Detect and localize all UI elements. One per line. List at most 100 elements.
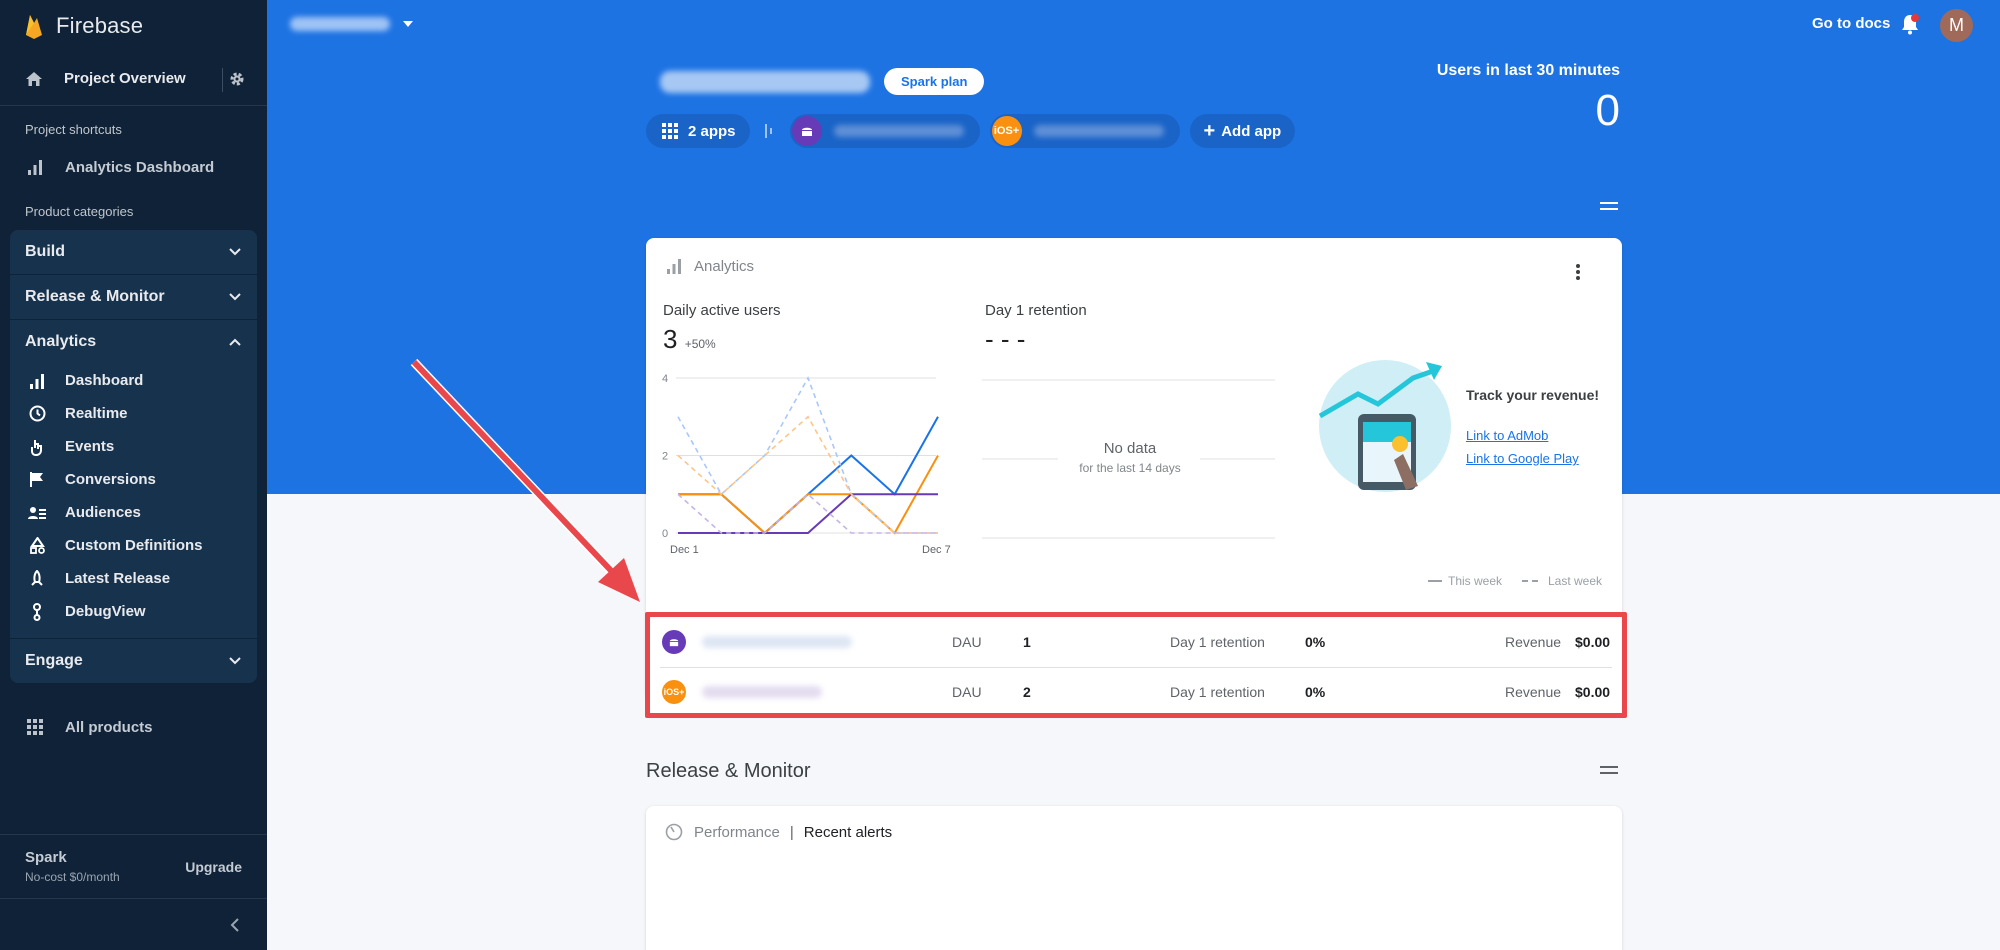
sidebar-item-realtime[interactable]: Realtime (10, 397, 257, 430)
all-products-link[interactable]: All products (0, 707, 267, 747)
project-title-row: Spark plan (660, 68, 985, 95)
firebase-logo[interactable]: Firebase (0, 0, 267, 52)
audience-icon (27, 503, 47, 523)
annotation-arrow (410, 358, 640, 602)
category-release-label: Release & Monitor (25, 288, 165, 305)
more-vert-icon[interactable] (1568, 262, 1588, 282)
project-overview-link[interactable]: Project Overview (0, 52, 267, 106)
retention-label: Day 1 retention (1170, 683, 1265, 700)
redacted-app-name (702, 685, 822, 698)
home-icon (24, 69, 44, 89)
revenue-value: $0.00 (1575, 634, 1611, 650)
dau-label: Daily active users (663, 302, 781, 319)
go-to-docs-link[interactable]: Go to docs (1812, 15, 1890, 32)
revenue-value: $0.00 (1575, 683, 1611, 700)
sidebar-item-label: Realtime (65, 405, 128, 422)
table-row[interactable]: iOS+ DAU 2 Day 1 retention 0% Revenue $0… (660, 667, 1612, 715)
grid-icon (660, 121, 680, 141)
table-row[interactable]: DAU 1 Day 1 retention 0% Revenue $0.00 (660, 618, 1612, 666)
bar-chart-icon (25, 157, 45, 177)
all-products-label: All products (65, 718, 153, 736)
brand-name: Firebase (56, 13, 144, 38)
sidebar-item-debugview[interactable]: DebugView (10, 595, 257, 628)
ios-app-chip[interactable]: iOS+ (989, 114, 1180, 148)
category-build[interactable]: Build (10, 230, 257, 274)
categories-label: Product categories (25, 204, 134, 219)
link-google-play[interactable]: Link to Google Play (1466, 451, 1579, 466)
upgrade-button[interactable]: Upgrade (185, 859, 242, 875)
legend-last-week: Last week (1522, 574, 1602, 588)
dau-value: 1 (1023, 634, 1031, 650)
plan-name: Spark (25, 849, 67, 866)
sidebar-item-label: DebugView (65, 603, 146, 620)
category-release-monitor[interactable]: Release & Monitor (10, 275, 257, 319)
dau-label: DAU (952, 634, 982, 650)
gear-icon[interactable] (227, 69, 247, 89)
no-data-subtitle: for the last 14 days (1079, 461, 1181, 475)
legend-dashed-icon (1522, 580, 1542, 582)
retention-value: 0% (1305, 634, 1326, 650)
bell-icon[interactable] (1899, 13, 1921, 35)
retention-label: Day 1 retention (1170, 634, 1265, 650)
category-analytics-label: Analytics (25, 333, 97, 350)
collapse-sidebar[interactable] (0, 898, 267, 950)
shortcut-analytics-dashboard[interactable]: Analytics Dashboard (0, 146, 267, 188)
sidebar-item-dashboard[interactable]: Dashboard (10, 364, 257, 397)
sidebar-item-events[interactable]: Events (10, 430, 257, 463)
app-metrics-table: DAU 1 Day 1 retention 0% Revenue $0.00 i… (645, 612, 1627, 718)
sidebar-item-latest-release[interactable]: Latest Release (10, 562, 257, 595)
legend-this-week: This week (1428, 574, 1502, 588)
revenue-label: Revenue (1505, 683, 1562, 700)
redacted-app-name (833, 125, 964, 137)
apps-count-chip[interactable]: 2 apps (646, 114, 750, 148)
users-label: Users in last 30 minutes (1436, 62, 1620, 79)
add-app-label: Add app (1221, 122, 1282, 140)
recent-alerts-tab[interactable]: Recent alerts (804, 824, 892, 841)
dau-value: 2 (1023, 683, 1031, 700)
sidebar-item-audiences[interactable]: Audiences (10, 496, 257, 529)
rocket-icon (27, 569, 47, 589)
card-title: Analytics (694, 257, 755, 275)
sidebar-item-label: Custom Definitions (65, 537, 203, 554)
no-data-title: No data (1103, 440, 1157, 457)
shortcut-label: Analytics Dashboard (65, 158, 215, 176)
plan-section: Spark No-cost $0/month Upgrade (0, 834, 267, 898)
plus-icon: + (1203, 119, 1216, 142)
users-last-30-min: Users in last 30 minutes 0 (1437, 62, 1620, 136)
performance-label[interactable]: Performance (694, 824, 780, 841)
add-app-button[interactable]: + Add app (1189, 114, 1296, 148)
flag-icon (27, 470, 47, 490)
android-app-chip[interactable] (789, 114, 980, 148)
sidebar: Firebase Project Overview Project shortc… (0, 0, 267, 950)
dau-value-row: 3 +50% (663, 324, 716, 355)
y-tick-label: 2 (662, 451, 668, 463)
project-selector[interactable] (290, 14, 418, 34)
performance-card: Performance | Recent alerts (646, 806, 1622, 950)
link-admob[interactable]: Link to AdMob (1466, 428, 1548, 443)
category-analytics[interactable]: Analytics (10, 320, 257, 364)
reorder-icon[interactable] (1600, 202, 1618, 214)
redacted-app-name (1033, 125, 1164, 137)
sidebar-item-custom-definitions[interactable]: Custom Definitions (10, 529, 257, 562)
reorder-icon[interactable] (1600, 766, 1618, 778)
category-build-label: Build (25, 243, 65, 260)
card-header: Analytics (664, 256, 754, 276)
chevron-down-icon (225, 651, 245, 671)
dau-line-chart: 0 2 4 Dec 1 Dec 7 (662, 373, 951, 556)
category-engage[interactable]: Engage (10, 639, 257, 683)
avatar[interactable]: M (1940, 9, 1973, 42)
chevron-down-icon (225, 242, 245, 262)
apps-count-label: 2 apps (688, 122, 736, 140)
redacted-project-title (660, 70, 870, 93)
plan-badge[interactable]: Spark plan (884, 68, 985, 95)
release-monitor-heading: Release & Monitor (646, 760, 811, 782)
sidebar-item-label: Conversions (65, 471, 156, 488)
redacted-project-name (290, 17, 390, 31)
grid-icon (25, 717, 45, 737)
category-engage-label: Engage (25, 652, 83, 669)
touch-icon (27, 437, 47, 457)
sidebar-item-conversions[interactable]: Conversions (10, 463, 257, 496)
revenue-label: Revenue (1505, 634, 1562, 650)
legend-label: Last week (1548, 574, 1603, 588)
retention-value: - - - (985, 324, 1026, 354)
